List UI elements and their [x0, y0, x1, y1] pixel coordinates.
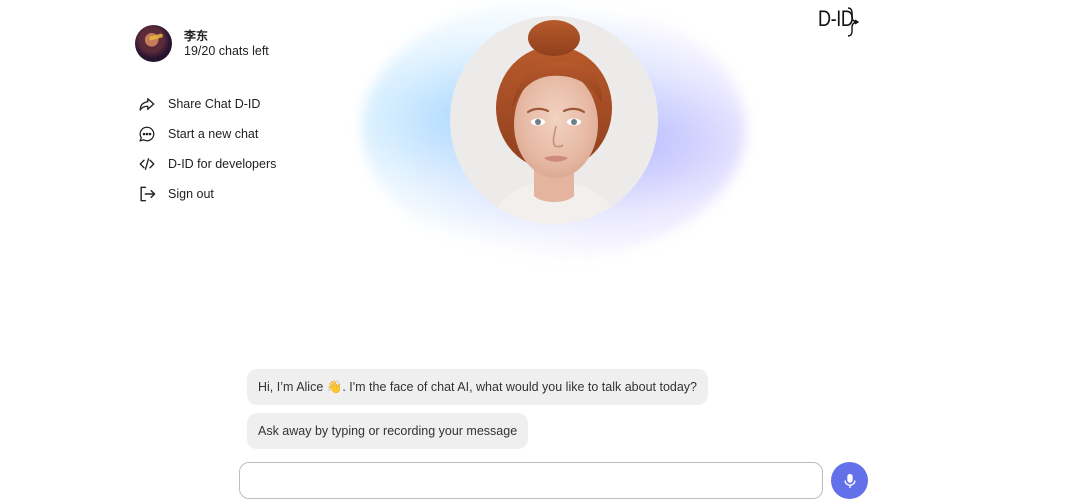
new-chat-link[interactable]: Start a new chat	[137, 119, 276, 149]
sidebar-menu: Share Chat D-ID Start a new chat D-ID fo…	[137, 89, 276, 209]
presenter-portrait	[450, 16, 658, 224]
developers-link[interactable]: D-ID for developers	[137, 149, 276, 179]
microphone-icon	[843, 473, 856, 488]
chat-bubble-icon	[137, 124, 157, 144]
assistant-message: Ask away by typing or recording your mes…	[247, 413, 529, 449]
message-input-container	[239, 462, 823, 499]
user-profile: 李东 19/20 chats left	[135, 25, 269, 62]
share-chat-label: Share Chat D-ID	[168, 97, 261, 111]
logo-bracket-icon	[847, 7, 860, 37]
record-voice-button[interactable]	[831, 462, 868, 499]
sign-out-icon	[137, 184, 157, 204]
share-icon	[137, 94, 157, 114]
user-name: 李东	[184, 28, 209, 43]
assistant-message: Hi, I’m Alice 👋. I'm the face of chat AI…	[247, 369, 709, 405]
sign-out-link[interactable]: Sign out	[137, 179, 276, 209]
message-input[interactable]	[240, 463, 822, 498]
share-chat-link[interactable]: Share Chat D-ID	[137, 89, 276, 119]
developers-label: D-ID for developers	[168, 157, 277, 171]
sign-out-label: Sign out	[168, 187, 214, 201]
new-chat-label: Start a new chat	[168, 127, 259, 141]
avatar	[135, 25, 172, 62]
code-icon	[137, 154, 157, 174]
chats-left-counter: 19/20 chats left	[184, 43, 269, 58]
